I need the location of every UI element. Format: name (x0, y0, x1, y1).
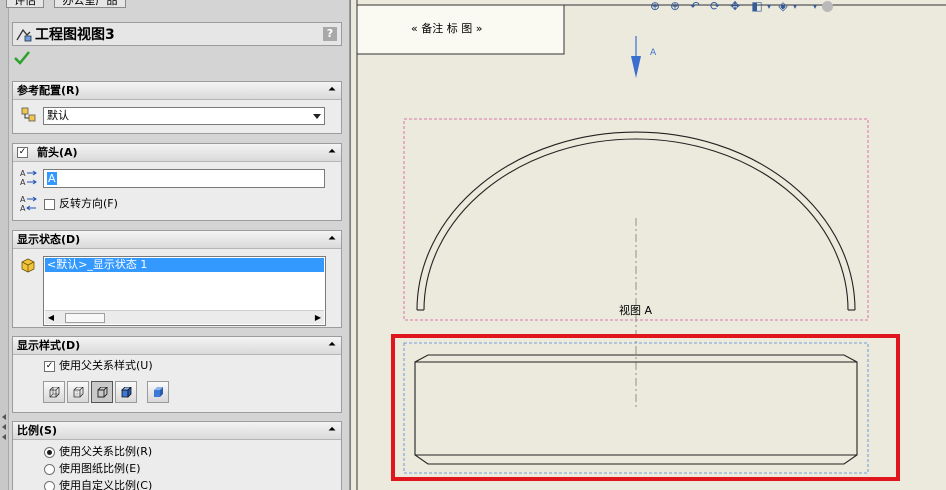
scale-option-custom-label: 使用自定义比例(C) (59, 479, 153, 490)
panel-side-strip[interactable] (0, 0, 9, 490)
display-style-icon[interactable]: ◈ (775, 0, 791, 14)
section-header[interactable]: ✓ 箭头(A) ⏶ (13, 144, 341, 162)
use-parent-style-label: 使用父关系样式(U) (59, 359, 153, 372)
scroll-right-icon[interactable]: ▶ (312, 311, 324, 325)
view-label: 视图 A (619, 304, 653, 317)
scale-option-parent-label: 使用父关系比例(R) (59, 445, 153, 458)
zoom-to-fit-icon[interactable]: ⊕ (647, 0, 663, 14)
zoom-area-icon[interactable]: ⊕ (667, 0, 683, 14)
section-scale: 比例(S) ⏶ 使用父关系比例(R) 使用图纸比例(E) 使用自定义比例(C) (12, 421, 342, 490)
section-display-state: 显示状态(D) ⏶ <默认>_显示状态 1 ◀ ▶ (12, 230, 342, 328)
shaded-with-edges-button[interactable] (115, 381, 137, 403)
section-header[interactable]: 显示状态(D) ⏶ (13, 231, 341, 249)
pan-icon[interactable]: ✥ (727, 0, 743, 14)
scale-option-sheet-radio[interactable] (44, 464, 55, 475)
scale-option-parent-radio[interactable] (44, 447, 55, 458)
tab-office-products[interactable]: 办公室产品 (54, 0, 126, 8)
wireframe-style-button[interactable] (43, 381, 65, 403)
display-state-icon (20, 257, 38, 273)
drawing-sheet[interactable] (351, 0, 946, 490)
svg-text:A: A (20, 204, 26, 213)
property-manager: 评估 办公室产品 工程图视图3 ? 参考配置(R) ⏶ 默认 ✓ 箭头(A) ⏶… (0, 0, 350, 490)
section-view-outline (414, 354, 858, 465)
section-display-style: 显示样式(D) ⏶ ✓ 使用父关系样式(U) (12, 336, 342, 413)
section-body: 默认 (13, 100, 341, 134)
drawing-canvas[interactable]: « 备注 标 图 » A 视图 A ⊕ ⊕ ↶ ⟳ ✥ ◧ ▾ ◈ ▾ ▾ (350, 0, 946, 490)
section-arrow: ✓ 箭头(A) ⏶ AA A AA 反转方向(F) (12, 143, 342, 221)
rotate-icon[interactable]: ⟳ (707, 0, 723, 14)
scroll-left-icon[interactable]: ◀ (45, 311, 57, 325)
section-body: <默认>_显示状态 1 ◀ ▶ (13, 249, 341, 327)
previous-view-icon[interactable]: ↶ (687, 0, 703, 14)
arrow-label-input[interactable]: A (43, 169, 325, 188)
collapse-icon[interactable]: ⏶ (328, 83, 336, 97)
horizontal-scrollbar[interactable]: ◀ ▶ (45, 310, 324, 324)
section-title: 参考配置(R) (17, 84, 80, 97)
section-title: 比例(S) (17, 424, 57, 437)
configuration-select[interactable]: 默认 (43, 107, 325, 125)
scrollbar-thumb[interactable] (65, 313, 105, 323)
svg-text:A: A (20, 178, 26, 187)
hidden-lines-removed-button[interactable] (91, 381, 113, 403)
chevron-down-icon[interactable] (313, 114, 321, 119)
collapse-left-arrow-icon[interactable] (2, 424, 6, 430)
section-arrow-label: A (650, 48, 657, 58)
arrow-checkbox[interactable]: ✓ (17, 147, 28, 158)
collapse-left-arrow-icon[interactable] (2, 414, 6, 420)
collapse-icon[interactable]: ⏶ (328, 338, 336, 352)
panel-title: 工程图视图3 (35, 27, 115, 43)
scale-option-custom-radio[interactable] (44, 481, 55, 490)
reverse-direction-icon: AA (19, 194, 39, 214)
configuration-value: 默认 (47, 109, 69, 122)
use-parent-style-checkbox[interactable]: ✓ (44, 361, 55, 372)
appearance-icon[interactable] (819, 0, 835, 14)
reverse-direction-label: 反转方向(F) (59, 197, 118, 210)
highlight-box (391, 334, 900, 481)
note-text: « 备注 标 图 » (411, 22, 483, 35)
panel-title-bar: 工程图视图3 ? (12, 22, 342, 46)
section-title: 显示状态(D) (17, 233, 81, 246)
section-title: 显示样式(D) (17, 339, 81, 352)
collapse-icon[interactable]: ⏶ (328, 423, 336, 437)
svg-text:A: A (20, 195, 26, 204)
label-icon: AA (19, 168, 39, 188)
collapse-left-arrow-icon[interactable] (2, 434, 6, 440)
drawing-view-icon (15, 27, 33, 43)
scale-option-sheet-label: 使用图纸比例(E) (59, 462, 141, 475)
tab-evaluate[interactable]: 评估 (6, 0, 44, 8)
section-header[interactable]: 参考配置(R) ⏶ (13, 82, 341, 100)
shaded-button[interactable] (147, 381, 169, 403)
chevron-down-icon[interactable]: ▾ (791, 0, 799, 14)
section-arrow-head[interactable] (631, 56, 641, 78)
chevron-down-icon[interactable]: ▾ (811, 0, 819, 14)
section-reference-config: 参考配置(R) ⏶ 默认 (12, 81, 342, 134)
section-header[interactable]: 比例(S) ⏶ (13, 422, 341, 440)
hidden-lines-visible-button[interactable] (67, 381, 89, 403)
collapse-icon[interactable]: ⏶ (328, 232, 336, 246)
section-body: AA A AA 反转方向(F) (13, 162, 341, 220)
svg-text:A: A (20, 169, 26, 178)
view-orientation-icon[interactable]: ◧ (749, 0, 765, 14)
section-header[interactable]: 显示样式(D) ⏶ (13, 337, 341, 355)
chevron-down-icon[interactable]: ▾ (765, 0, 773, 14)
configuration-icon (21, 107, 37, 123)
list-item[interactable]: <默认>_显示状态 1 (45, 258, 324, 272)
help-button[interactable]: ? (323, 27, 337, 41)
arrow-label-value: A (47, 172, 57, 185)
collapse-icon[interactable]: ⏶ (328, 145, 336, 159)
display-state-list[interactable]: <默认>_显示状态 1 ◀ ▶ (43, 256, 326, 326)
section-title: 箭头(A) (37, 146, 78, 159)
check-icon[interactable] (13, 50, 33, 68)
reverse-direction-checkbox[interactable] (44, 199, 55, 210)
